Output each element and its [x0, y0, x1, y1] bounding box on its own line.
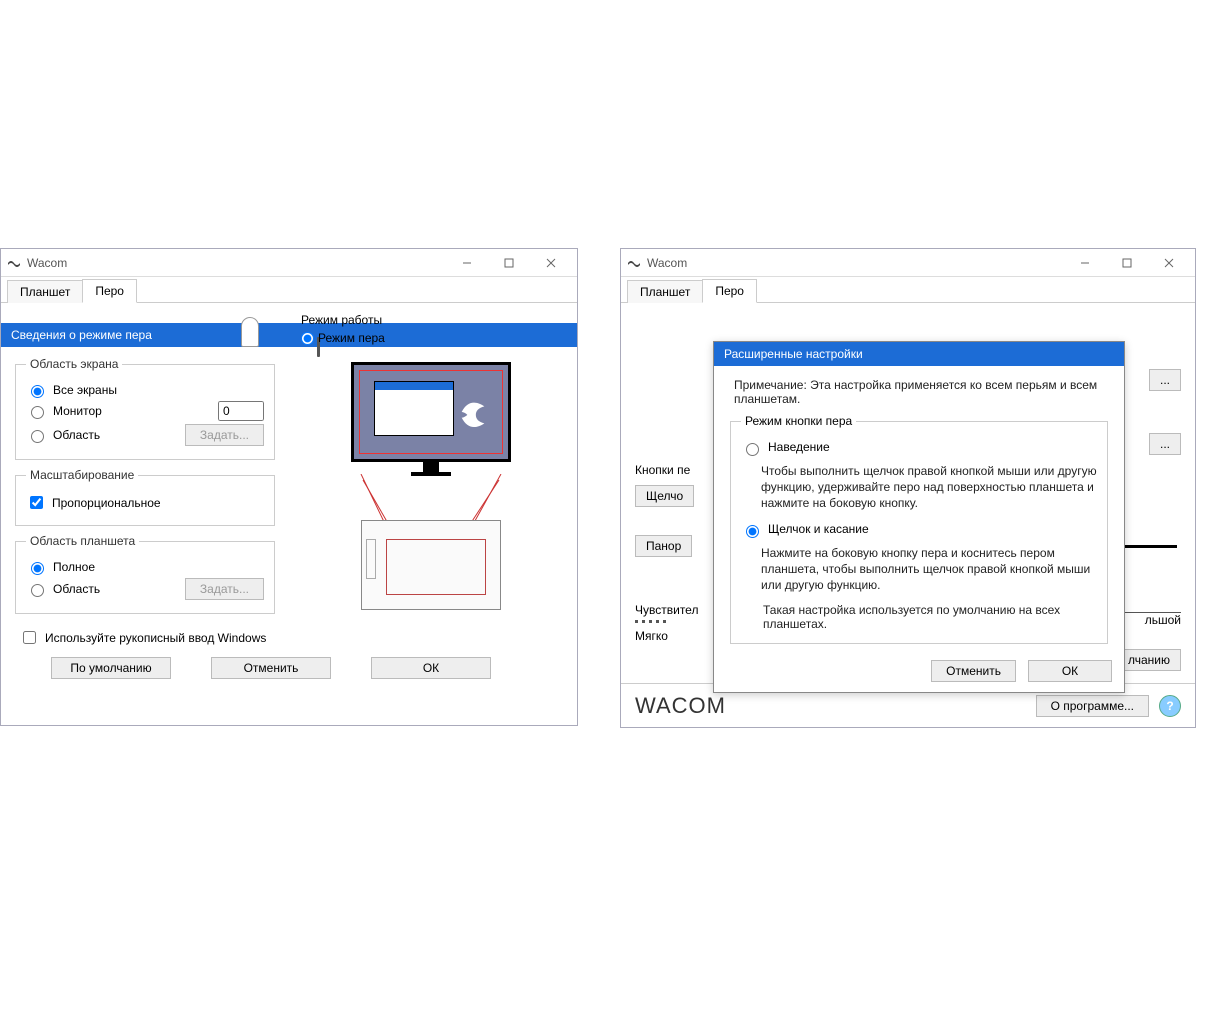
radio-hover-label: Наведение: [768, 440, 830, 459]
radio-all-screens-label: Все экраны: [53, 383, 117, 397]
bg-btn-reset-partial[interactable]: лчанию: [1117, 649, 1181, 671]
checkbox-proportional[interactable]: [30, 496, 43, 509]
close-button[interactable]: [531, 251, 571, 275]
tabstrip: Планшет Перо: [1, 277, 577, 303]
pen-mode-dialog: Сведения о режиме пера Область экрана Вс…: [1, 323, 577, 647]
tab-pen[interactable]: Перо: [82, 279, 137, 303]
close-button[interactable]: [1149, 251, 1189, 275]
wacom-properties-window-left: Wacom Планшет Перо Режим работы Режим пе…: [0, 248, 578, 726]
defaults-button[interactable]: По умолчанию: [51, 657, 171, 679]
brand-icon: [7, 258, 21, 268]
help-icon[interactable]: ?: [1159, 695, 1181, 717]
scaling-group: Масштабирование Пропорциональное: [15, 468, 275, 526]
bg-btn-pan[interactable]: Панор: [635, 535, 692, 557]
radio-click-and-touch-label: Щелчок и касание: [768, 522, 869, 541]
default-note: Такая настройка используется по умолчани…: [763, 603, 1097, 631]
pen-mode-dialog-title: Сведения о режиме пера: [1, 323, 577, 347]
advanced-settings-dialog: Расширенные настройки Примечание: Эта на…: [713, 341, 1125, 693]
checkbox-windows-ink[interactable]: [23, 631, 36, 644]
monitor-index-input[interactable]: [218, 401, 264, 421]
radio-tablet-region[interactable]: [31, 584, 44, 597]
maximize-button[interactable]: [489, 251, 529, 275]
radio-monitor[interactable]: [31, 406, 44, 419]
bg-btn-dots-1[interactable]: ...: [1149, 369, 1181, 391]
screen-area-legend: Область экрана: [26, 357, 122, 371]
radio-tablet-full[interactable]: [31, 562, 44, 575]
tab-tablet[interactable]: Планшет: [627, 280, 703, 303]
cancel-button[interactable]: Отменить: [211, 657, 331, 679]
bg-label-pen-buttons: Кнопки пе: [635, 463, 694, 477]
radio-screen-region-label: Область: [53, 428, 100, 442]
mode-group: Режим работы Режим пера: [301, 313, 385, 348]
bg-btn-click[interactable]: Щелчо: [635, 485, 694, 507]
pen-tip-illustration: [241, 317, 259, 347]
window-title: Wacom: [27, 256, 67, 270]
radio-tablet-region-label: Область: [53, 582, 100, 596]
scaling-legend: Масштабирование: [26, 468, 138, 482]
tablet-area-group: Область планшета Полное Область Задать..…: [15, 534, 275, 614]
mapping-illustration: [341, 362, 521, 612]
radio-hover[interactable]: [746, 443, 759, 456]
click-touch-description: Нажмите на боковую кнопку пера и косните…: [761, 545, 1097, 594]
radio-screen-region[interactable]: [31, 430, 44, 443]
minimize-button[interactable]: [447, 251, 487, 275]
radio-pen-mode[interactable]: [301, 332, 314, 345]
ok-button[interactable]: ОК: [371, 657, 491, 679]
radio-pen-mode-label: Режим пера: [318, 331, 385, 345]
pen-button-mode-legend: Режим кнопки пера: [741, 414, 856, 428]
bg-label-soft: Мягко: [635, 629, 698, 643]
slider-ticks: [635, 620, 698, 623]
advanced-note: Примечание: Эта настройка применяется ко…: [728, 378, 1110, 406]
bg-btn-dots-2[interactable]: ...: [1149, 433, 1181, 455]
bg-label-sensitivity: Чувствител: [635, 603, 698, 617]
checkbox-proportional-label: Пропорциональное: [52, 496, 161, 510]
titlebar: Wacom: [1, 249, 577, 277]
wacom-properties-window-right: Wacom Планшет Перо Кнопки пе Щелчо Панор…: [620, 248, 1196, 728]
bg-slider-track[interactable]: [1125, 545, 1177, 548]
tablet-region-set-button[interactable]: Задать...: [185, 578, 264, 600]
brand-icon: [627, 258, 641, 268]
titlebar: Wacom: [621, 249, 1195, 277]
window-title: Wacom: [647, 256, 687, 270]
checkbox-windows-ink-label: Используйте рукописный ввод Windows: [45, 631, 266, 645]
mode-title: Режим работы: [301, 313, 385, 327]
maximize-button[interactable]: [1107, 251, 1147, 275]
radio-click-and-touch[interactable]: [746, 525, 759, 538]
tabstrip: Планшет Перо: [621, 277, 1195, 303]
screen-region-set-button[interactable]: Задать...: [185, 424, 264, 446]
about-button[interactable]: О программе...: [1036, 695, 1149, 717]
radio-all-screens[interactable]: [31, 385, 44, 398]
screen-area-group: Область экрана Все экраны Монитор Област…: [15, 357, 275, 460]
hover-description: Чтобы выполнить щелчок правой кнопкой мы…: [761, 463, 1097, 512]
minimize-button[interactable]: [1065, 251, 1105, 275]
wacom-logo: WACOM: [635, 693, 726, 719]
advanced-ok-button[interactable]: ОК: [1028, 660, 1112, 682]
tab-pen[interactable]: Перо: [702, 279, 757, 303]
tab-tablet[interactable]: Планшет: [7, 280, 83, 303]
radio-monitor-label: Монитор: [53, 404, 102, 418]
radio-tablet-full-label: Полное: [53, 560, 95, 574]
tablet-area-legend: Область планшета: [26, 534, 139, 548]
advanced-dialog-title: Расширенные настройки: [714, 342, 1124, 366]
advanced-cancel-button[interactable]: Отменить: [931, 660, 1016, 682]
